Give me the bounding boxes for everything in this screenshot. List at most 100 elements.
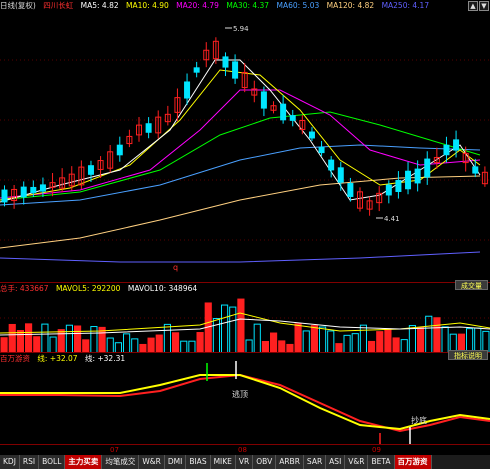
candle-up <box>443 144 450 156</box>
volume-bar <box>400 339 408 353</box>
candle-up <box>328 159 335 171</box>
candle-up <box>405 170 412 190</box>
date-axis: 07 08 09 <box>0 444 490 455</box>
tab-w-r[interactable]: W&R <box>139 455 165 469</box>
tab-bias[interactable]: BIAS <box>186 455 211 469</box>
volume-bar <box>253 323 261 353</box>
volume-bar <box>155 334 163 353</box>
ma250-line <box>0 251 481 263</box>
volume-bar <box>433 317 441 353</box>
volume-bar <box>343 334 351 353</box>
ma20-label: MA20: 4.79 <box>176 1 219 10</box>
volume-bar <box>147 337 155 353</box>
volume-bar <box>359 324 368 353</box>
volume-bar <box>74 325 82 353</box>
tab-rsi[interactable]: RSI <box>19 455 40 469</box>
axis-label-07: 07 <box>110 446 119 454</box>
indicator-help-button[interactable]: 指标说明 <box>448 350 488 360</box>
volume-bar <box>25 323 33 353</box>
scroll-up-button[interactable]: ▲ <box>468 1 478 11</box>
period-label: 日线(复权) <box>0 1 36 10</box>
volume-bar <box>196 332 204 353</box>
indicator-tab-bar: KDJ RSI BOLL 主力买卖 均笔成交 W&R DMI BIAS MIKE VR OBV ARB… <box>0 455 490 469</box>
tab-beta[interactable]: BETA <box>368 455 395 469</box>
stock-name: 四川长虹 <box>43 1 74 10</box>
tab-dmi[interactable]: DMI <box>164 455 187 469</box>
candle-up <box>414 168 421 184</box>
candle-up <box>472 166 479 174</box>
candle-up <box>232 61 239 79</box>
tab-boll[interactable]: BOLL <box>39 455 66 469</box>
candle-up <box>453 139 460 151</box>
axis-label-09: 09 <box>372 446 381 454</box>
volume-panel[interactable]: 总手: 433667 MAVOL5: 292200 MAVOL10: 34896… <box>0 280 490 353</box>
tab--[interactable]: 百万游资 <box>394 455 432 469</box>
candle-up <box>116 144 123 156</box>
candle-up <box>20 186 27 198</box>
mavol5-label: MAVOL5: 292200 <box>55 284 121 293</box>
price-chart-panel[interactable]: 5.94 4.41 q 日线(复权) 四川长虹 MA5: 4.82 MA10: 4.… <box>0 0 490 281</box>
volume-bar <box>384 328 392 353</box>
axis-label-08: 08 <box>238 446 247 454</box>
high-price-label: 5.94 <box>233 25 249 33</box>
mavol5-line <box>0 312 490 334</box>
volume-bar <box>221 304 229 353</box>
candle-up <box>145 123 152 133</box>
mavol10-label: MAVOL10: 348964 <box>127 284 198 293</box>
tab-v-r[interactable]: V&R <box>345 455 369 469</box>
volume-bar <box>106 337 114 353</box>
candle-up <box>193 67 200 73</box>
total-volume-label: 总手: 433667 <box>0 284 49 293</box>
candle-up <box>337 167 344 183</box>
candle-up <box>385 184 392 196</box>
candlestick-chart[interactable]: 5.94 4.41 q <box>0 0 490 281</box>
volume-bar <box>90 326 98 353</box>
ma10-label: MA10: 4.90 <box>126 1 169 10</box>
volume-button[interactable]: 成交量 <box>455 280 488 290</box>
indicator-name: 百万游资 <box>0 354 30 363</box>
volume-bar <box>229 306 237 353</box>
candle-up <box>87 165 94 175</box>
volume-bar <box>270 332 278 353</box>
tab-arbr[interactable]: ARBR <box>276 455 304 469</box>
candle-up <box>395 180 402 192</box>
candle-up <box>289 115 296 121</box>
candle-up <box>30 186 37 194</box>
volume-bar <box>302 330 310 353</box>
candle-up <box>347 183 354 197</box>
candle-up <box>318 146 325 154</box>
volume-bar <box>123 333 131 353</box>
indicator-panel[interactable]: 逃顶 抄底 百万游资 线: +32.07 线: +32.31 指标说明 <box>0 350 490 445</box>
candle-up <box>424 158 431 178</box>
buy-bottom-label: 抄底 <box>411 415 427 425</box>
tab-mike[interactable]: MIKE <box>210 455 236 469</box>
volume-bar <box>8 323 16 353</box>
tab-sar[interactable]: SAR <box>303 455 327 469</box>
ma120-label: MA120: 4.82 <box>326 1 375 10</box>
volume-bar <box>65 324 74 353</box>
scroll-down-button[interactable]: ▼ <box>479 1 489 11</box>
tab-obv[interactable]: OBV <box>253 455 277 469</box>
volume-bar <box>33 336 41 353</box>
indicator-legend: 百万游资 线: +32.07 线: +32.31 <box>0 353 130 365</box>
ma-legend: 日线(复权) 四川长虹 MA5: 4.82 MA10: 4.90 MA20: 4… <box>0 0 434 12</box>
volume-bar <box>392 337 400 353</box>
candle-up <box>1 189 8 203</box>
volume-bar <box>310 325 319 353</box>
volume-bar <box>163 323 171 353</box>
tab--[interactable]: 主力买卖 <box>65 455 103 469</box>
volume-bar <box>408 325 417 353</box>
volume-bar <box>376 331 384 353</box>
candle-up <box>308 131 315 139</box>
ma60-label: MA60: 5.03 <box>276 1 320 10</box>
tab-vr[interactable]: VR <box>235 455 254 469</box>
indicator-chart[interactable]: 逃顶抄底 <box>0 353 490 445</box>
volume-bar <box>41 323 49 353</box>
tab-kdj[interactable]: KDJ <box>0 455 20 469</box>
volume-bar <box>49 336 57 353</box>
volume-bar <box>294 323 302 353</box>
indicator-line2: 线: +32.31 <box>84 354 126 363</box>
candle-up <box>260 91 267 109</box>
tab--[interactable]: 均笔成交 <box>102 455 140 469</box>
tab-asi[interactable]: ASI <box>326 455 346 469</box>
